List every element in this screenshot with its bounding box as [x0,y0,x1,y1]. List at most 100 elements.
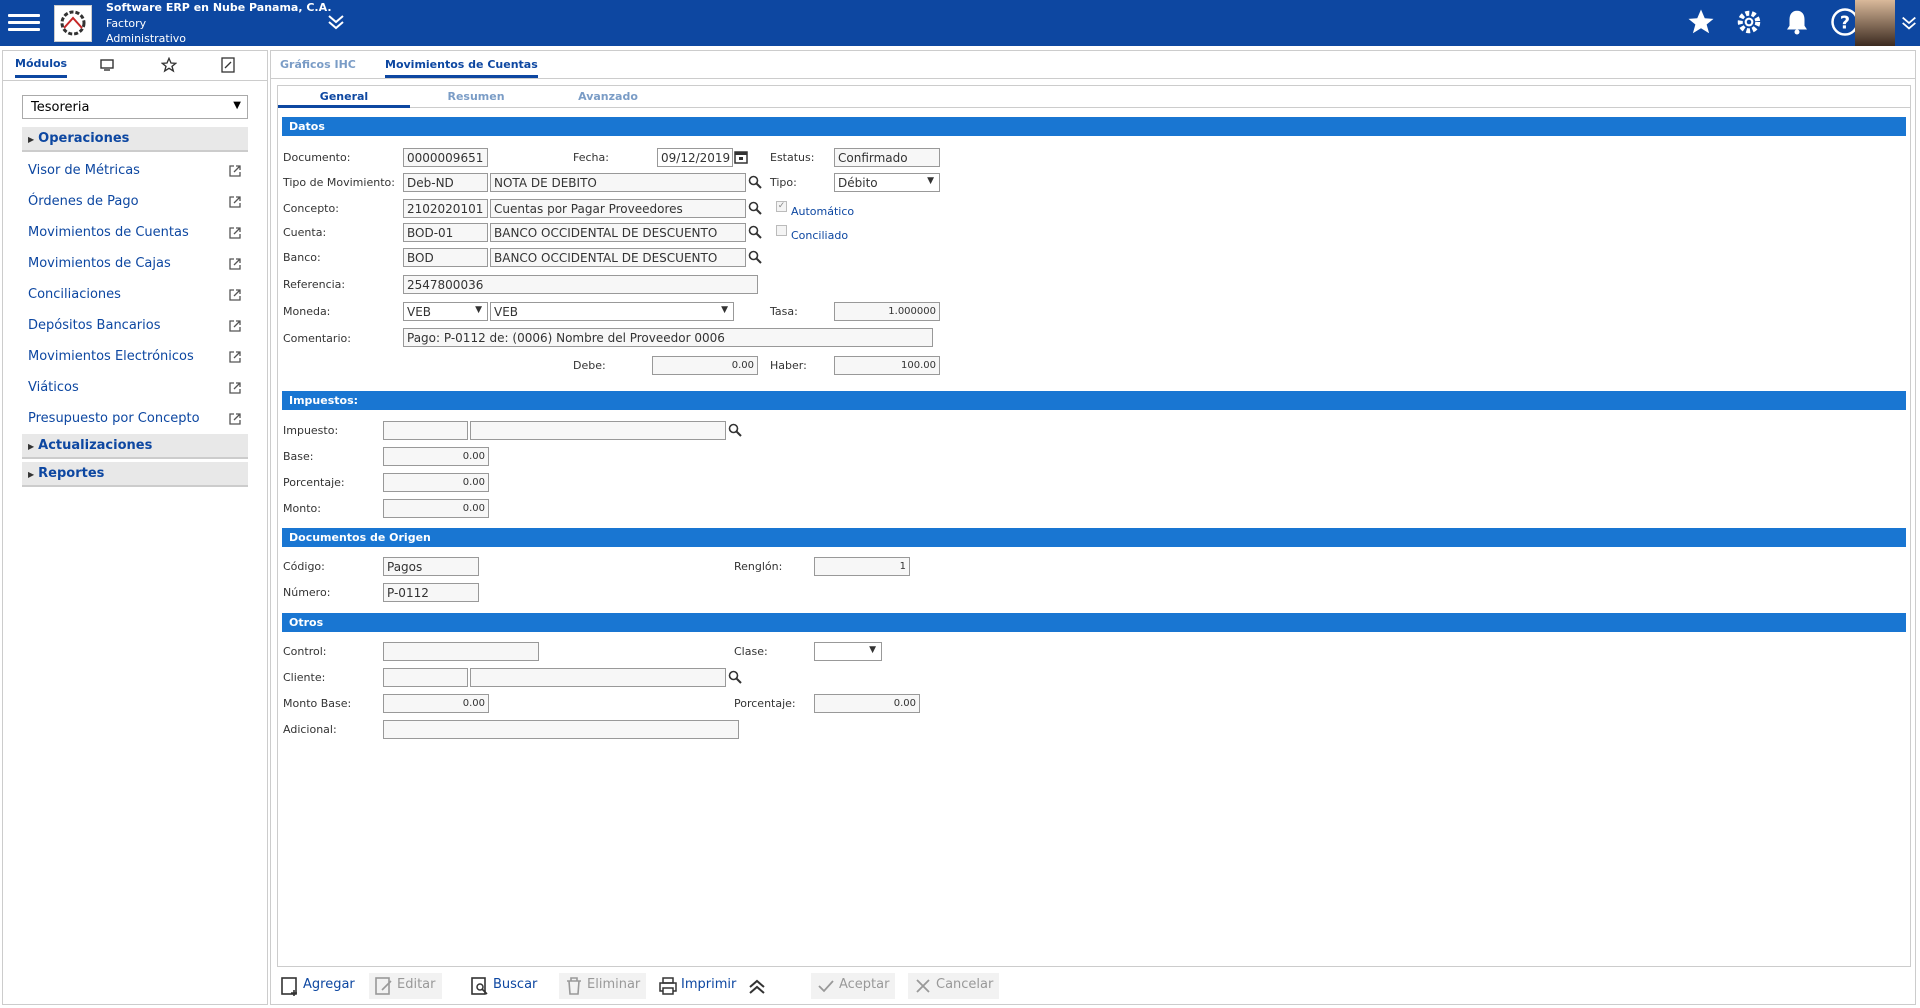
menu-item-movimientos-electronicos[interactable]: Movimientos Electrónicos [28,349,242,371]
chevron-double-down-icon[interactable] [326,12,346,35]
tab-modulos[interactable]: Módulos [15,57,68,78]
search-icon[interactable] [748,201,762,215]
control-field[interactable] [383,642,539,661]
module-select-value: Tesoreria [31,100,90,115]
documento-field[interactable]: 0000009651 [403,148,488,167]
estatus-field[interactable]: Confirmado [834,148,940,167]
moneda-desc-select[interactable]: VEB ▼ [490,302,734,321]
left-tabs: Módulos [3,51,267,81]
comentario-label: Comentario: [283,332,351,345]
menu-item-depositos-bancarios[interactable]: Depósitos Bancarios [28,318,242,340]
caret-down-icon: ▼ [233,100,241,111]
cuenta-code-field[interactable]: BOD-01 [403,223,488,242]
fecha-field[interactable]: 09/12/2019 [657,148,733,167]
documento-label: Documento: [283,151,351,164]
clase-select[interactable]: ▼ [814,642,882,661]
bell-icon[interactable] [1782,7,1812,37]
menu-item-label: Movimientos de Cajas [28,256,171,271]
search-icon[interactable] [728,423,742,437]
eliminar-button[interactable]: Eliminar [559,973,647,999]
note-icon[interactable] [221,57,235,76]
moneda-code-value: VEB [407,305,432,319]
numero-field[interactable]: P-0112 [383,583,479,602]
tab-avanzado[interactable]: Avanzado [542,90,674,103]
menu-item-conciliaciones[interactable]: Conciliaciones [28,287,242,309]
calendar-icon[interactable] [734,150,748,164]
search-icon[interactable] [748,175,762,189]
debe-field[interactable]: 0.00 [652,356,758,375]
aceptar-button[interactable]: Aceptar [811,973,896,999]
star-icon[interactable] [1686,7,1716,37]
menu-item-ordenes-pago[interactable]: Órdenes de Pago [28,194,242,216]
search-icon[interactable] [748,250,762,264]
moneda-desc-value: VEB [494,305,519,319]
cancelar-button[interactable]: Cancelar [908,973,1000,999]
renglon-label: Renglón: [734,560,783,573]
tab-movimientos-cuentas[interactable]: Movimientos de Cuentas [385,58,538,78]
monto-field[interactable]: 0.00 [383,499,489,518]
menu-item-viaticos[interactable]: Viáticos [28,380,242,402]
tab-general[interactable]: General [278,90,410,108]
automatico-checkbox[interactable]: ✓ [776,201,787,212]
chevron-double-up-icon[interactable] [747,977,767,1000]
gear-icon[interactable] [1734,7,1764,37]
editar-button[interactable]: Editar [369,973,442,999]
menu-item-movimientos-cuentas[interactable]: Movimientos de Cuentas [28,225,242,247]
section-label: Actualizaciones [38,438,153,453]
monto-base-label: Monto Base: [283,697,352,710]
monto-base-field[interactable]: 0.00 [383,694,489,713]
hamburger-menu-icon[interactable] [8,10,40,36]
menu-item-movimientos-cajas[interactable]: Movimientos de Cajas [28,256,242,278]
concepto-desc-field[interactable]: Cuentas por Pagar Proveedores [490,199,746,218]
tipo-select[interactable]: Débito ▼ [834,173,940,192]
imprimir-button[interactable]: Imprimir [653,973,742,999]
section-reportes[interactable]: ▶ Reportes [22,462,248,487]
cliente-code-field[interactable] [383,668,468,687]
tipo-movimiento-desc-field[interactable]: NOTA DE DEBITO [490,173,746,192]
tasa-field[interactable]: 1.000000 [834,302,940,321]
buscar-button[interactable]: Buscar [465,973,543,999]
banco-desc-field[interactable]: BANCO OCCIDENTAL DE DESCUENTO [490,248,746,267]
impuesto-code-field[interactable] [383,421,468,440]
referencia-field[interactable]: 2547800036 [403,275,758,294]
renglon-field[interactable]: 1 [814,557,910,576]
porcentaje-field[interactable]: 0.00 [383,473,489,492]
search-icon[interactable] [748,225,762,239]
adicional-field[interactable] [383,720,739,739]
chevron-double-down-icon[interactable] [1900,14,1918,35]
star-outline-icon[interactable] [160,56,178,76]
conciliado-checkbox[interactable] [776,225,787,236]
search-icon[interactable] [728,670,742,684]
module-select[interactable]: Tesoreria ▼ [22,95,248,119]
otros-porcentaje-field[interactable]: 0.00 [814,694,920,713]
menu-item-label: Movimientos Electrónicos [28,349,194,364]
section-actualizaciones[interactable]: ▶ Actualizaciones [22,434,248,459]
agregar-button[interactable]: Agregar [275,973,361,999]
monitor-icon[interactable] [99,58,115,75]
cuenta-desc-field[interactable]: BANCO OCCIDENTAL DE DESCUENTO [490,223,746,242]
tipo-label: Tipo: [770,176,797,189]
cliente-desc-field[interactable] [470,668,726,687]
tipo-movimiento-code-field[interactable]: Deb-ND [403,173,488,192]
codigo-field[interactable]: Pagos [383,557,479,576]
moneda-code-select[interactable]: VEB ▼ [403,302,488,321]
tab-graficos-ihc[interactable]: Gráficos IHC [280,58,356,71]
menu-item-presupuesto-concepto[interactable]: Presupuesto por Concepto [28,411,242,433]
impuesto-desc-field[interactable] [470,421,726,440]
comentario-field[interactable]: Pago: P-0112 de: (0006) Nombre del Prove… [403,328,933,347]
clase-label: Clase: [734,645,768,658]
menu-item-label: Depósitos Bancarios [28,318,161,333]
concepto-label: Concepto: [283,202,339,215]
banco-code-field[interactable]: BOD [403,248,488,267]
control-label: Control: [283,645,327,658]
tab-resumen[interactable]: Resumen [410,90,542,103]
section-operaciones[interactable]: ▶ Operaciones [22,127,248,152]
base-label: Base: [283,450,314,463]
haber-field[interactable]: 100.00 [834,356,940,375]
concepto-code-field[interactable]: 2102020101 [403,199,488,218]
base-field[interactable]: 0.00 [383,447,489,466]
aceptar-label: Aceptar [839,977,890,992]
menu-item-visor-metricas[interactable]: Visor de Métricas [28,163,242,185]
user-avatar[interactable] [1855,0,1895,46]
impuesto-label: Impuesto: [283,424,339,437]
